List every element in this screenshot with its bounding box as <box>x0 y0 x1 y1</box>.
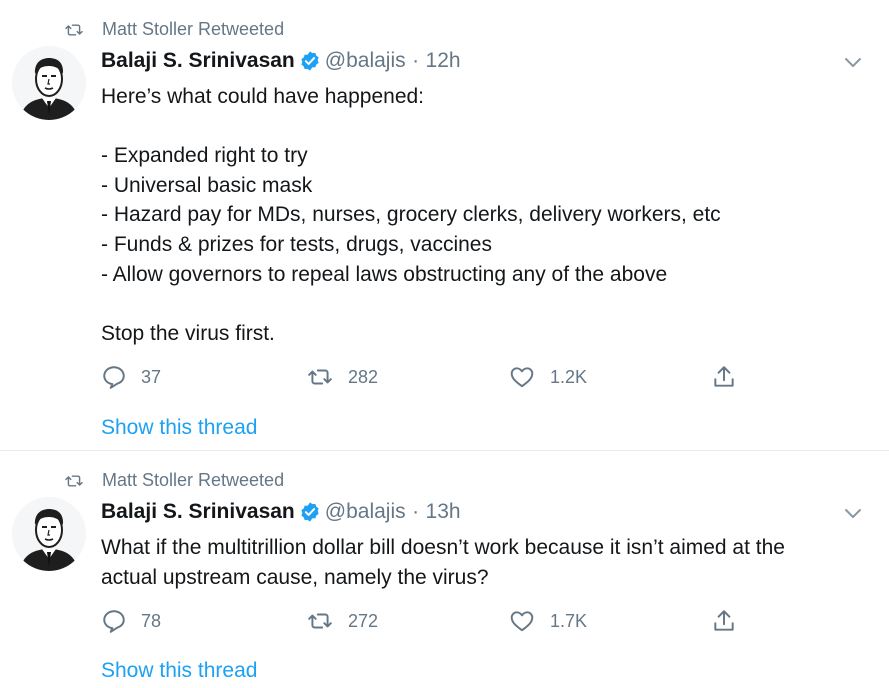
tweet-text: What if the multitrillion dollar bill do… <box>101 533 871 592</box>
tweet-line: Here’s what could have happened: <box>101 85 425 108</box>
chevron-down-icon[interactable] <box>841 50 865 74</box>
tweet-header: Balaji S. Srinivasan @balajis · 13h <box>101 500 461 530</box>
show-thread-link[interactable]: Show this thread <box>101 659 257 683</box>
author-handle[interactable]: @balajis <box>325 500 406 523</box>
tweet[interactable]: Matt Stoller Retweeted Balaji S. Sriniva… <box>0 451 889 688</box>
retweet-button[interactable]: 272 <box>306 606 378 636</box>
tweet[interactable]: Matt Stoller Retweeted Balaji S. Sriniva… <box>0 0 889 450</box>
retweet-icon <box>64 22 84 38</box>
tweet-line: What if the multitrillion dollar bill do… <box>101 536 785 559</box>
like-count: 1.2K <box>550 366 588 387</box>
reply-button[interactable]: 37 <box>101 362 161 392</box>
separator-dot: · <box>412 500 420 523</box>
like-button[interactable]: 1.2K <box>508 362 587 392</box>
retweeted-by-label[interactable]: Matt Stoller Retweeted <box>102 19 284 40</box>
tweet-actions: 37 282 1.2K <box>101 362 861 392</box>
tweet-line: - Expanded right to try <box>101 144 308 168</box>
tweet-line: - Universal basic mask <box>101 173 313 197</box>
tweet-line: actual upstream cause, namely the virus? <box>101 565 489 589</box>
retweeted-by-label[interactable]: Matt Stoller Retweeted <box>102 470 284 491</box>
share-button[interactable] <box>710 606 738 636</box>
share-button[interactable] <box>710 362 738 392</box>
verified-badge-icon <box>299 50 321 72</box>
chevron-down-icon[interactable] <box>841 501 865 525</box>
avatar[interactable] <box>12 46 86 120</box>
reply-button[interactable]: 78 <box>101 606 161 636</box>
tweet-actions: 78 272 1.7K <box>101 606 861 636</box>
retweet-count: 272 <box>348 610 379 631</box>
tweet-header: Balaji S. Srinivasan @balajis · 12h <box>101 49 461 79</box>
verified-badge-icon <box>299 501 321 523</box>
reply-count: 78 <box>141 610 162 631</box>
tweet-line: - Allow governors to repeal laws obstruc… <box>101 262 668 286</box>
tweet-text: Here’s what could have happened: - Expan… <box>101 82 871 348</box>
retweet-icon <box>64 473 84 489</box>
retweet-count: 282 <box>348 366 379 387</box>
retweet-context: Matt Stoller Retweeted <box>0 18 889 42</box>
separator-dot: · <box>412 49 420 72</box>
author-name[interactable]: Balaji S. Srinivasan <box>101 500 295 523</box>
reply-count: 37 <box>141 366 162 387</box>
like-button[interactable]: 1.7K <box>508 606 587 636</box>
tweet-line: - Funds & prizes for tests, drugs, vacci… <box>101 232 492 256</box>
author-handle[interactable]: @balajis <box>325 49 406 72</box>
retweet-button[interactable]: 282 <box>306 362 378 392</box>
author-name[interactable]: Balaji S. Srinivasan <box>101 49 295 72</box>
like-count: 1.7K <box>550 610 588 631</box>
retweet-context: Matt Stoller Retweeted <box>0 469 889 493</box>
tweet-line: Stop the virus first. <box>101 321 275 345</box>
timestamp[interactable]: 13h <box>426 500 461 523</box>
show-thread-link[interactable]: Show this thread <box>101 416 257 440</box>
avatar[interactable] <box>12 497 86 571</box>
tweet-line: - Hazard pay for MDs, nurses, grocery cl… <box>101 203 721 227</box>
timestamp[interactable]: 12h <box>426 49 461 72</box>
